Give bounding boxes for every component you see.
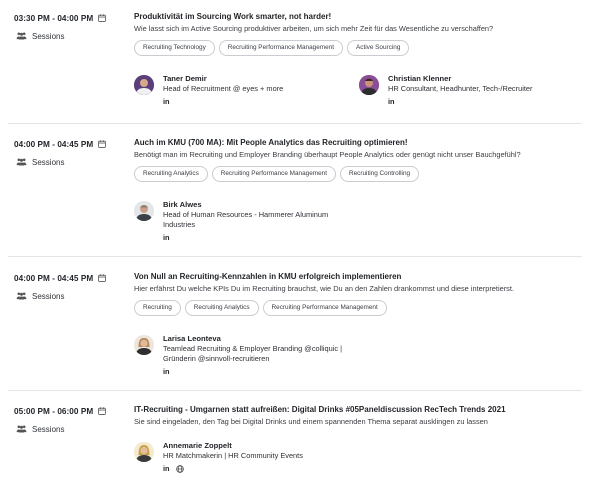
linkedin-icon[interactable]: in bbox=[388, 97, 395, 107]
speaker-role: Industries bbox=[163, 220, 196, 229]
avatar[interactable] bbox=[134, 335, 154, 355]
session-time-col: 03:30 PM - 04:00 PM Sessions bbox=[14, 11, 126, 42]
session-title[interactable]: Von Null an Recruiting-Kennzahlen in KMU… bbox=[134, 271, 584, 282]
divider bbox=[8, 123, 582, 124]
tag[interactable]: Recruiting Performance Management bbox=[262, 300, 387, 316]
speaker-role: Head of Human Resources - Hammerer Alumi… bbox=[163, 210, 329, 219]
session-title[interactable]: IT-Recruiting - Umgarnen statt aufreißen… bbox=[134, 404, 584, 415]
speaker-role: Head of Recruitment @ eyes + more bbox=[163, 84, 284, 93]
speaker-role: Teamlead Recruiting & Employer Branding … bbox=[163, 344, 343, 353]
speaker-role: HR Matchmakerin | HR Community Events bbox=[163, 451, 303, 460]
session-content: IT-Recruiting - Umgarnen statt aufreißen… bbox=[134, 404, 584, 473]
tag[interactable]: Recruiting Analytics bbox=[134, 166, 208, 182]
session-type: Sessions bbox=[32, 424, 65, 434]
people-icon bbox=[16, 292, 27, 300]
tag[interactable]: Active Sourcing bbox=[346, 40, 410, 56]
divider bbox=[8, 256, 582, 257]
speaker-name[interactable]: Annemarie Zoppelt bbox=[163, 440, 303, 451]
calendar-icon[interactable] bbox=[98, 14, 107, 22]
tag[interactable]: Recruiting Controlling bbox=[339, 166, 420, 182]
tag-list: Recruiting Recruiting Analytics Recruiti… bbox=[134, 300, 584, 316]
globe-icon[interactable] bbox=[175, 465, 184, 473]
session-time-col: 04:00 PM - 04:45 PM Sessions bbox=[14, 137, 126, 168]
session-time-col: 04:00 PM - 04:45 PM Sessions bbox=[14, 271, 126, 302]
session-type: Sessions bbox=[32, 157, 65, 167]
session-time-col: 05:00 PM - 06:00 PM Sessions bbox=[14, 404, 126, 435]
session-4: 05:00 PM - 06:00 PM Sessions IT-Recruiti… bbox=[0, 404, 600, 486]
session-1: 03:30 PM - 04:00 PM Sessions Produktivit… bbox=[0, 11, 600, 121]
session-type: Sessions bbox=[32, 31, 65, 41]
tag[interactable]: Recruiting Performance Management bbox=[218, 40, 343, 56]
people-icon bbox=[16, 32, 27, 40]
tag[interactable]: Recruiting Technology bbox=[134, 40, 215, 56]
session-content: Produktivität im Sourcing Work smarter, … bbox=[134, 11, 584, 106]
speaker-name[interactable]: Taner Demir bbox=[163, 73, 283, 84]
session-description: Wie lasst sich im Active Sourcing produk… bbox=[134, 24, 494, 33]
tag-list: Recruiting Technology Recruiting Perform… bbox=[134, 40, 584, 56]
session-2: 04:00 PM - 04:45 PM Sessions Auch im KMU… bbox=[0, 137, 600, 247]
session-title[interactable]: Auch im KMU (700 MA): Mit People Analyti… bbox=[134, 137, 584, 148]
session-time: 04:00 PM - 04:45 PM bbox=[14, 273, 94, 283]
linkedin-icon[interactable]: in bbox=[163, 464, 170, 474]
linkedin-icon[interactable]: in bbox=[163, 233, 170, 243]
avatar[interactable] bbox=[359, 75, 379, 95]
session-time: 05:00 PM - 06:00 PM bbox=[14, 406, 94, 416]
session-content: Auch im KMU (700 MA): Mit People Analyti… bbox=[134, 137, 584, 242]
session-time: 04:00 PM - 04:45 PM bbox=[14, 139, 94, 149]
linkedin-icon[interactable]: in bbox=[163, 97, 170, 107]
session-type: Sessions bbox=[32, 291, 65, 301]
session-3: 04:00 PM - 04:45 PM Sessions Von Null an… bbox=[0, 271, 600, 381]
speaker-name[interactable]: Christian Klenner bbox=[388, 73, 532, 84]
divider bbox=[8, 390, 582, 391]
session-description: Hier erfährst Du welche KPIs Du im Recru… bbox=[134, 284, 514, 293]
tag[interactable]: Recruiting Analytics bbox=[184, 300, 259, 316]
tag[interactable]: Recruiting Performance Management bbox=[211, 166, 336, 182]
avatar[interactable] bbox=[134, 75, 154, 95]
speaker-name[interactable]: Larisa Leonteva bbox=[163, 333, 342, 344]
session-time: 03:30 PM - 04:00 PM bbox=[14, 13, 94, 23]
people-icon bbox=[16, 425, 27, 433]
linkedin-icon[interactable]: in bbox=[163, 367, 170, 377]
speaker-role: HR Consultant, Headhunter, Tech-/Recruit… bbox=[388, 84, 533, 93]
tag-list: Recruiting Analytics Recruiting Performa… bbox=[134, 166, 584, 182]
calendar-icon[interactable] bbox=[98, 274, 107, 282]
session-content: Von Null an Recruiting-Kennzahlen in KMU… bbox=[134, 271, 584, 376]
calendar-icon[interactable] bbox=[98, 407, 107, 415]
speaker-name[interactable]: Birk Alwes bbox=[163, 199, 328, 210]
session-description: Benötigt man im Recruiting und Employer … bbox=[134, 150, 521, 159]
session-title[interactable]: Produktivität im Sourcing Work smarter, … bbox=[134, 11, 584, 22]
speaker-role: Gründerin @sinnvoll-recruitieren bbox=[163, 354, 270, 363]
avatar[interactable] bbox=[134, 442, 154, 462]
calendar-icon[interactable] bbox=[98, 140, 107, 148]
people-icon bbox=[16, 158, 27, 166]
avatar[interactable] bbox=[134, 201, 154, 221]
tag[interactable]: Recruiting bbox=[134, 300, 181, 316]
session-description: Sie sind eingeladen, den Tag bei Digital… bbox=[134, 417, 488, 426]
